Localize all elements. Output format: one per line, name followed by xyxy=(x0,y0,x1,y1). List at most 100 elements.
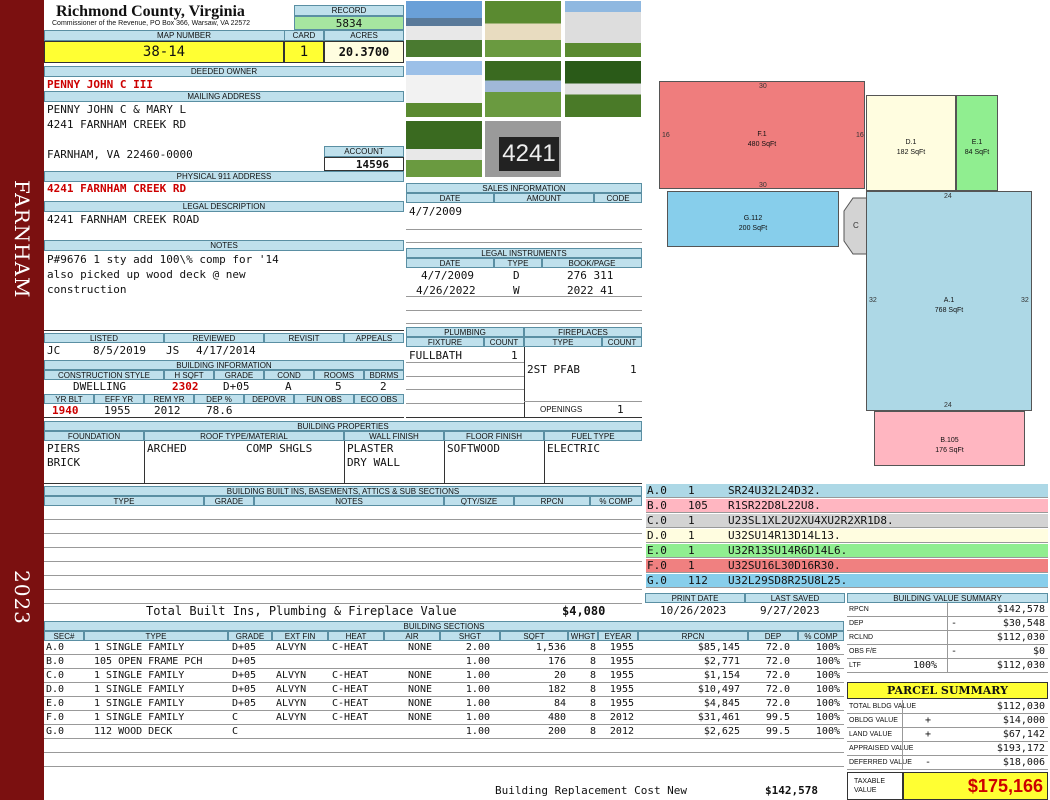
builtin-col: % COMP xyxy=(590,496,642,506)
notes-line3: construction xyxy=(47,283,127,296)
house-photo[interactable] xyxy=(484,0,562,58)
bi-col: CONSTRUCTION STYLE xyxy=(44,370,164,380)
g112-name: G.112 xyxy=(743,215,763,222)
li-date: 4/7/2009 xyxy=(421,269,474,282)
prop-col: FUEL TYPE xyxy=(544,431,642,441)
bi-col: GRADE xyxy=(214,370,264,380)
cell-grade: D+05 xyxy=(232,656,257,667)
dep-pct: 78.6 xyxy=(206,404,233,417)
sketch-section-f1: F.1 480 SqFt xyxy=(659,81,865,189)
notes-line2: also picked up wood deck @ new xyxy=(47,268,246,281)
cell-shgt: 1.00 xyxy=(465,712,490,723)
bi-col2: REM YR xyxy=(144,394,194,404)
bs-col: % COMP xyxy=(798,631,844,641)
floor-finish: SOFTWOOD xyxy=(447,442,500,455)
cell-dep: 99.5 xyxy=(765,726,790,737)
taxable-value: $175,166 xyxy=(903,772,1048,800)
bi-col2: DEP % xyxy=(194,394,244,404)
cell-sqft: 84 xyxy=(553,698,566,709)
sketch-section-e1: E.1 84 SqFt xyxy=(956,95,998,191)
cell-type: 1 SINGLE FAMILY xyxy=(94,684,185,695)
house-photo[interactable] xyxy=(405,60,483,118)
cell-sqft: 480 xyxy=(547,712,566,723)
d1-name: D.1 xyxy=(905,139,917,146)
parcel-obldg-row: OBLDG VALUE + $14,000 xyxy=(847,714,1048,728)
cell-whgt: 8 xyxy=(589,698,596,709)
cell-grade: D+05 xyxy=(232,698,257,709)
house-photo[interactable] xyxy=(564,0,642,58)
plumbing-count: 1 xyxy=(511,349,518,362)
house-photo[interactable] xyxy=(405,120,483,178)
cell-rpcn: $4,845 xyxy=(703,698,740,709)
print-date-header: PRINT DATE xyxy=(645,593,745,603)
li-col-date: DATE xyxy=(406,258,494,268)
f1-top-dim: 30 xyxy=(759,83,767,90)
bi-col2: ECO OBS xyxy=(354,394,404,404)
cell-ext: ALVYN xyxy=(276,670,307,681)
cell-dep: 72.0 xyxy=(765,656,790,667)
section-code-row: F.0 1 U32SU16L30D16R30. xyxy=(646,559,1048,573)
account-value: 14596 xyxy=(324,157,404,171)
physical-address-value: 4241 FARNHAM CREEK RD xyxy=(47,182,187,195)
cell-sec: A.0 xyxy=(46,642,65,653)
a1-right-dim: 32 xyxy=(1021,297,1029,304)
cell-ext: ALVYN xyxy=(276,684,307,695)
fireplaces-header: FIREPLACES xyxy=(524,327,642,337)
cell-sec: F.0 xyxy=(46,712,65,723)
house-number-photo[interactable]: 4241 xyxy=(484,120,562,178)
prop-col: FLOOR FINISH xyxy=(444,431,544,441)
grade: D+05 xyxy=(223,380,250,393)
cell-eyear: 1955 xyxy=(609,670,634,681)
a1-area: 768 SqFt xyxy=(934,307,964,314)
builtins-total: $4,080 xyxy=(562,604,606,618)
parcel-tbv-row: TOTAL BLDG VALUE $112,030 xyxy=(847,700,1048,714)
house-photo[interactable] xyxy=(405,0,483,58)
account-header: ACCOUNT xyxy=(324,146,404,157)
foundation2: BRICK xyxy=(47,456,81,469)
cell-rpcn: $2,625 xyxy=(703,726,740,737)
cell-grade: D+05 xyxy=(232,642,257,653)
rooms: 5 xyxy=(335,380,342,393)
b105-name: B.105 xyxy=(940,437,959,444)
house-photo[interactable] xyxy=(564,60,642,118)
wall1: PLASTER xyxy=(347,442,394,455)
cell-air: NONE xyxy=(408,684,433,695)
cell-dep: 99.5 xyxy=(765,712,790,723)
building-section-row: B.0 105 OPEN FRAME PCH D+05 1.00 176 8 1955 $2,… xyxy=(44,655,844,669)
construction-style: DWELLING xyxy=(73,380,126,393)
record-header: RECORD xyxy=(294,5,404,16)
fp-col: TYPE xyxy=(524,337,602,347)
bs-col: SEC# xyxy=(44,631,84,641)
mailing-line1: PENNY JOHN C & MARY L xyxy=(47,103,187,116)
cell-whgt: 8 xyxy=(589,642,596,653)
house-photo[interactable] xyxy=(484,60,562,118)
cell-comp: 100% xyxy=(815,726,840,737)
cell-eyear: 1955 xyxy=(609,642,634,653)
a1-name: A.1 xyxy=(943,297,955,304)
cell-sqft: 20 xyxy=(553,670,566,681)
acres-value: 20.3700 xyxy=(324,41,404,63)
bs-col: EYEAR xyxy=(598,631,638,641)
plumbing-fixture: FULLBATH xyxy=(409,349,462,362)
cell-shgt: 1.00 xyxy=(465,726,490,737)
c-name: C xyxy=(853,221,859,230)
listed-by: JC xyxy=(47,344,61,357)
bi-col2: YR BLT xyxy=(44,394,94,404)
cell-whgt: 8 xyxy=(589,726,596,737)
cell-grade: C xyxy=(232,712,239,723)
cell-whgt: 8 xyxy=(589,684,596,695)
cell-comp: 100% xyxy=(815,656,840,667)
revisit-header: REVISIT xyxy=(264,333,344,343)
prop-col: FOUNDATION xyxy=(44,431,144,441)
cell-ext: ALVYN xyxy=(276,712,307,723)
appeals-header: APPEALS xyxy=(344,333,404,343)
year-built: 1940 xyxy=(52,404,79,417)
builtin-col: RPCN xyxy=(514,496,590,506)
bs-col: AIR xyxy=(384,631,440,641)
cell-rpcn: $2,771 xyxy=(703,656,740,667)
cell-whgt: 8 xyxy=(589,656,596,667)
cell-comp: 100% xyxy=(815,684,840,695)
parcel-deferred-row: DEFERRED VALUE - $18,006 xyxy=(847,756,1048,770)
g112-area: 200 SqFt xyxy=(738,225,768,232)
building-info-header: BUILDING INFORMATION xyxy=(44,360,404,370)
